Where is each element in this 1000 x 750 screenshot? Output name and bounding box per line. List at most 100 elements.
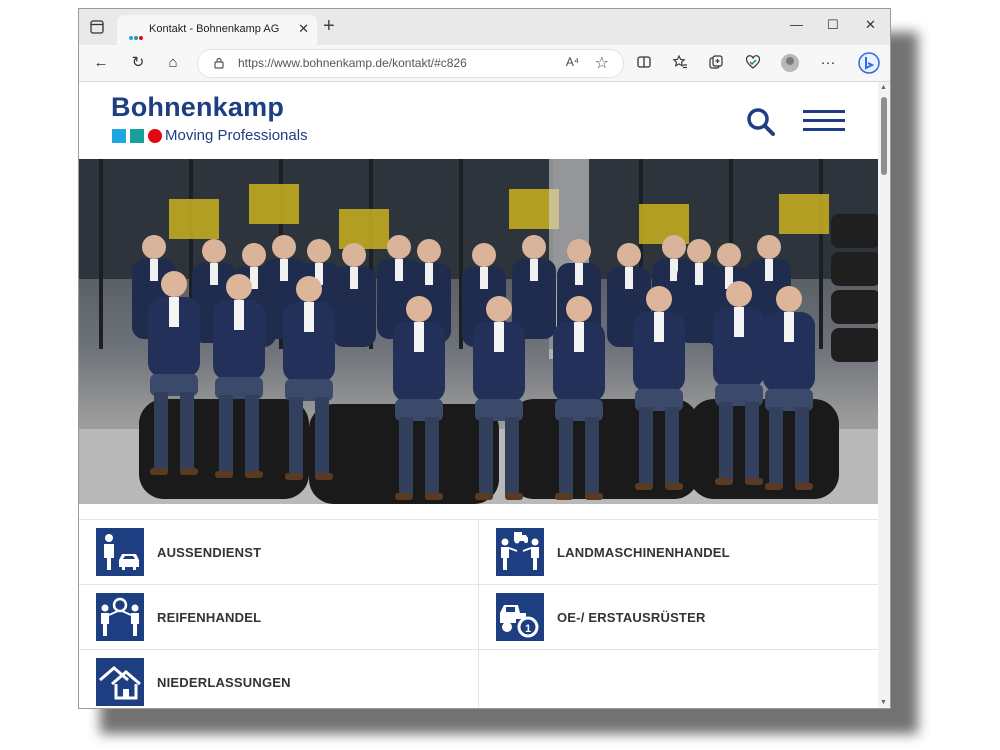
person-head	[307, 239, 331, 263]
person-shirt	[395, 259, 403, 281]
person-shirt	[765, 259, 773, 281]
person-leg	[245, 395, 259, 473]
category-niederlassungen[interactable]: NIEDERLASSUNGEN	[79, 650, 478, 708]
person-leg	[219, 395, 233, 473]
person-shoe	[395, 493, 413, 500]
logo-tagline[interactable]: Moving Professionals	[165, 127, 308, 144]
person-leg	[154, 392, 168, 470]
lock-icon[interactable]	[212, 56, 226, 70]
person-shoe	[150, 468, 168, 475]
yellow-machine	[779, 194, 829, 234]
person-leg	[665, 407, 679, 485]
person-head	[387, 235, 411, 259]
person-shirt	[734, 307, 744, 337]
person-head	[662, 235, 686, 259]
person-leg	[479, 417, 493, 495]
home-icon[interactable]: ⌂	[164, 54, 182, 72]
read-aloud-icon[interactable]: A⁴	[566, 55, 579, 69]
person-shoe	[245, 471, 263, 478]
category-label: LANDMASCHINENHANDEL	[557, 545, 730, 560]
branches-icon	[96, 658, 144, 706]
maximize-button[interactable]: ☐	[827, 17, 839, 33]
person-shirt	[280, 259, 288, 281]
person-shirt	[574, 322, 584, 352]
collections-icon[interactable]	[707, 54, 725, 72]
site-header: Bohnenkamp Moving Professionals	[79, 82, 878, 159]
svg-text:1: 1	[525, 623, 531, 635]
person-shirt	[350, 267, 358, 289]
person-leg	[795, 407, 809, 485]
scroll-down-icon[interactable]: ▼	[880, 699, 887, 706]
person-shoe	[745, 478, 763, 485]
category-label: OE-/ ERSTAUSRÜSTER	[557, 610, 706, 625]
person-shirt	[480, 267, 488, 289]
large-tyre	[689, 399, 839, 499]
person-head	[142, 235, 166, 259]
person-leg	[719, 402, 733, 480]
person-head	[757, 235, 781, 259]
person-shirt	[625, 267, 633, 289]
person-head	[472, 243, 496, 267]
category-landmaschinenhandel[interactable]: LANDMASCHINENHANDEL	[478, 520, 878, 585]
browser-window: Kontakt - Bohnenkamp AG ✕ + — ☐ ✕ ← ↻ ⌂ …	[78, 8, 891, 709]
browser-essentials-icon[interactable]	[744, 54, 762, 72]
url-text[interactable]: https://www.bohnenkamp.de/kontakt/#c826	[238, 56, 467, 70]
reload-icon[interactable]: ↻	[129, 54, 147, 72]
close-window-button[interactable]: ✕	[865, 17, 876, 33]
person-leg	[769, 407, 783, 485]
back-icon[interactable]: ←	[92, 54, 110, 72]
person-head	[566, 296, 592, 322]
category-label: NIEDERLASSUNGEN	[157, 675, 291, 690]
logo-name[interactable]: Bohnenkamp	[111, 92, 284, 123]
scroll-up-icon[interactable]: ▲	[880, 84, 887, 91]
person-head	[617, 243, 641, 267]
field-service-icon	[96, 528, 144, 576]
person-leg	[745, 402, 759, 480]
more-menu-icon[interactable]: ···	[819, 54, 837, 72]
profile-avatar[interactable]	[781, 54, 799, 72]
favorites-icon[interactable]	[671, 54, 689, 72]
category-grid: AUSSENDIENST LANDMASCHINENHANDEL REIFENH…	[79, 519, 878, 708]
stacked-tyre	[831, 252, 878, 286]
tab-close-icon[interactable]: ✕	[298, 21, 309, 37]
oem-icon: 1	[496, 593, 544, 641]
category-aussendienst[interactable]: AUSSENDIENST	[79, 520, 478, 585]
person-head	[161, 271, 187, 297]
category-label: REIFENHANDEL	[157, 610, 262, 625]
split-screen-icon[interactable]	[635, 54, 653, 72]
new-tab-button[interactable]: +	[323, 15, 335, 37]
person-shoe	[635, 483, 653, 490]
person-shirt	[670, 259, 678, 281]
yellow-machine	[339, 209, 389, 249]
person-shoe	[665, 483, 683, 490]
person-head	[646, 286, 672, 312]
person-leg	[585, 417, 599, 495]
person-shoe	[585, 493, 603, 500]
tab-kontakt[interactable]: Kontakt - Bohnenkamp AG ✕	[117, 15, 317, 45]
tab-strip: Kontakt - Bohnenkamp AG ✕ + — ☐ ✕	[79, 9, 890, 45]
tyre-trade-icon	[96, 593, 144, 641]
person-leg	[289, 397, 303, 475]
search-icon[interactable]	[745, 106, 777, 138]
scrollbar-thumb[interactable]	[881, 97, 887, 175]
yellow-machine	[249, 184, 299, 224]
person-head	[417, 239, 441, 263]
tab-actions-icon[interactable]	[89, 19, 105, 35]
favorite-star-icon[interactable]: ☆	[595, 53, 609, 73]
category-reifenhandel[interactable]: REIFENHANDEL	[79, 585, 478, 650]
person-shoe	[215, 471, 233, 478]
person-shoe	[795, 483, 813, 490]
person-head	[567, 239, 591, 263]
person-shirt	[695, 263, 703, 285]
hamburger-menu-icon[interactable]	[803, 110, 845, 132]
person-shirt	[494, 322, 504, 352]
copilot-icon[interactable]	[858, 52, 880, 74]
minimize-button[interactable]: —	[790, 17, 803, 32]
person-head	[226, 274, 252, 300]
person-leg	[425, 417, 439, 495]
person-leg	[505, 417, 519, 495]
address-bar[interactable]: https://www.bohnenkamp.de/kontakt/#c826 …	[197, 49, 624, 78]
person-shoe	[715, 478, 733, 485]
category-oe-erstausruester[interactable]: 1 OE-/ ERSTAUSRÜSTER	[478, 585, 878, 650]
page-scrollbar[interactable]: ▲ ▼	[878, 82, 890, 708]
